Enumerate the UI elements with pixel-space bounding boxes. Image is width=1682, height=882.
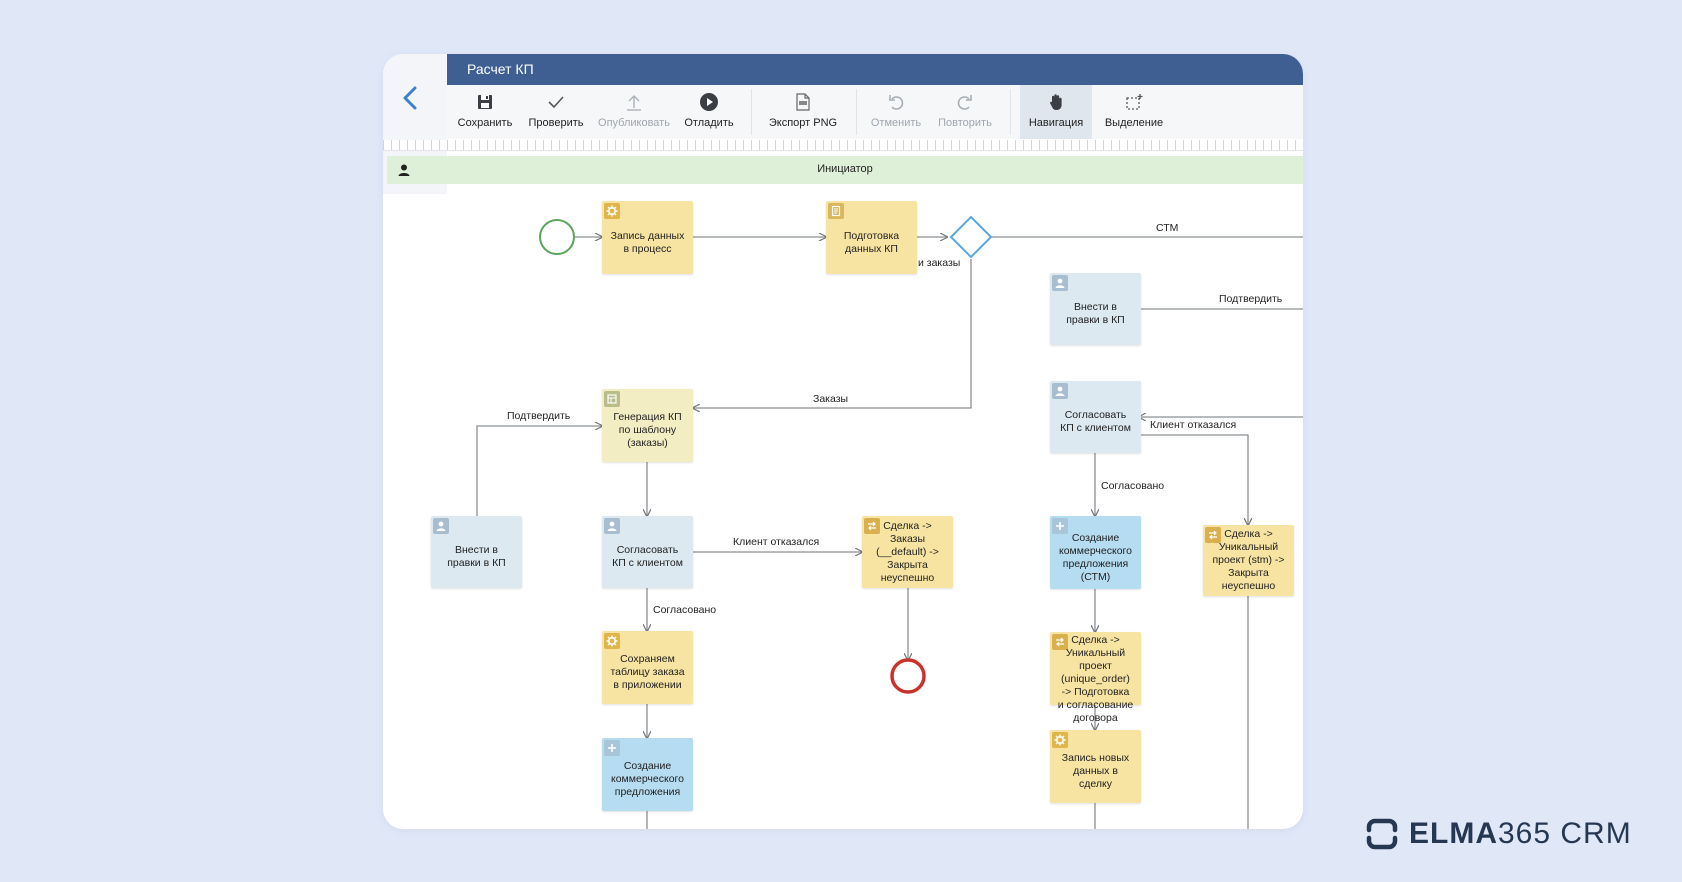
task-write-data[interactable]: Запись данных в процесс [602, 201, 693, 274]
task-label: Подготовка данных КП [843, 229, 900, 255]
task-label: Запись данных в процесс [610, 229, 685, 255]
swap-icon [864, 518, 880, 534]
task-edit-right[interactable]: Внести в правки в КП [1050, 273, 1141, 345]
task-edit-left[interactable]: Внести в правки в КП [431, 516, 522, 588]
edge-label-stm: СТМ [1156, 222, 1179, 234]
task-label: Запись новых данных в сделку [1061, 752, 1130, 790]
gear-icon [604, 633, 620, 649]
gear-icon [1052, 732, 1068, 748]
elma-logo-icon [1366, 818, 1398, 850]
gear-icon [604, 203, 620, 219]
task-label: Создание коммерческого предложения (СТМ) [1059, 531, 1132, 583]
task-label: Сохраняем таблицу заказа в приложении [610, 653, 685, 691]
task-create-offer-stm[interactable]: Создание коммерческого предложения (СТМ) [1050, 516, 1141, 589]
edge-label-client-refused-right: Клиент отказался [1150, 419, 1237, 431]
task-generate-kp[interactable]: Генерация КП по шаблону (заказы) [602, 389, 693, 462]
edge-label-agreed-left: Согласовано [653, 604, 717, 616]
edge-label-client-refused-left: Клиент отказался [733, 536, 820, 548]
task-label: Сделка -> Уникальный проект (unique_orde… [1057, 634, 1134, 724]
flow-edit-left-to-generate [476, 426, 602, 516]
flow-gateway-to-generate [693, 259, 972, 408]
brand-name: ELMA365 CRM [1409, 817, 1632, 851]
task-deal-unique-order[interactable]: Сделка -> Уникальный проект (unique_orde… [1050, 632, 1141, 724]
user-task-icon [433, 518, 449, 534]
exclusive-gateway [949, 215, 993, 259]
user-task-icon [1052, 275, 1068, 291]
end-event [890, 658, 926, 694]
plus-icon [604, 740, 620, 756]
task-label: Согласовать КП с клиентом [612, 544, 683, 569]
task-deal-orders[interactable]: Сделка -> Заказы (__default) -> Закрыта … [862, 516, 953, 588]
swap-icon [1205, 527, 1221, 543]
task-agree-right[interactable]: Согласовать КП с клиентом [1050, 381, 1141, 453]
task-label: Генерация КП по шаблону (заказы) [613, 411, 682, 449]
task-label: Сделка -> Уникальный проект (stm) -> Зак… [1212, 528, 1285, 592]
task-save-table[interactable]: Сохраняем таблицу заказа в приложении [602, 631, 693, 704]
plus-icon [1052, 518, 1068, 534]
task-deal-unique-stm[interactable]: Сделка -> Уникальный проект (stm) -> Зак… [1203, 525, 1294, 596]
task-label: Внести в правки в КП [447, 544, 506, 569]
edge-label-confirm-left: Подтвердить [507, 410, 571, 422]
edge-label-orders-partial: и заказы [918, 257, 961, 269]
task-label: Внести в правки в КП [1066, 301, 1125, 326]
user-task-icon [1052, 383, 1068, 399]
task-label: Сделка -> Заказы (__default) -> Закрыта … [876, 519, 939, 584]
template-icon [604, 391, 620, 407]
document-icon [828, 203, 844, 219]
process-editor-window: Расчет КП Сохранить Проверить Опубликова… [383, 54, 1303, 829]
edge-label-orders: Заказы [813, 393, 849, 405]
brand-name-rest: 365 CRM [1498, 817, 1632, 850]
edge-label-confirm-right: Подтвердить [1219, 293, 1283, 305]
task-agree-left[interactable]: Согласовать КП с клиентом [602, 516, 693, 588]
brand-logo: ELMA365 CRM [1365, 817, 1632, 851]
user-task-icon [604, 518, 620, 534]
task-prepare-kp[interactable]: Подготовка данных КП [826, 201, 917, 274]
diagram-connectors [476, 215, 1303, 829]
task-create-offer-left[interactable]: Создание коммерческого предложения [602, 738, 693, 811]
start-event [539, 219, 575, 255]
edge-label-agreed-right: Согласовано [1101, 480, 1165, 492]
task-write-new[interactable]: Запись новых данных в сделку [1050, 730, 1141, 803]
task-label: Создание коммерческого предложения [611, 760, 684, 798]
task-label: Согласовать КП с клиентом [1060, 409, 1131, 434]
brand-name-bold: ELMA [1409, 817, 1498, 850]
